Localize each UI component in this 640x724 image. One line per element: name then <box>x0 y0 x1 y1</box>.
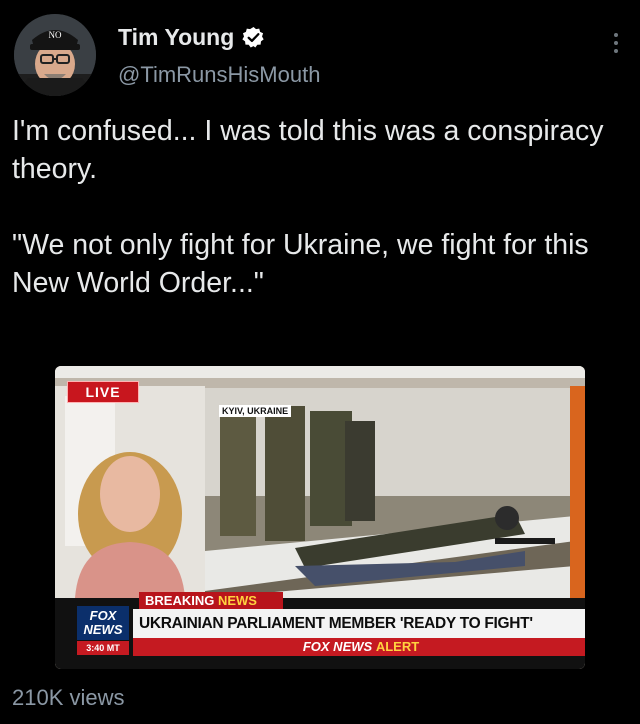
breaking-word: BREAKING <box>145 593 215 608</box>
display-name[interactable]: Tim Young <box>118 24 265 51</box>
verified-badge-icon <box>242 26 265 49</box>
avatar[interactable]: NO <box>14 14 96 96</box>
logo-line-2: NEWS <box>83 622 123 637</box>
alert-word: ALERT <box>375 639 420 654</box>
tweet-text-paragraph-1: I'm confused... I was told this was a co… <box>12 115 604 185</box>
logo-line-1: FOX <box>89 608 117 623</box>
location-tag: KYIV, UKRAINE <box>219 405 292 417</box>
more-options-icon[interactable] <box>606 28 626 58</box>
tweet-media-image[interactable]: LIVE KYIV, UKRAINE BREAKING NEWS UKRAINI… <box>55 366 585 669</box>
broadcast-time: 3:40 MT <box>77 641 129 655</box>
alert-prefix: FOX NEWS <box>302 639 373 654</box>
tweet-text-paragraph-2: "We not only fight for Ukraine, we fight… <box>12 229 589 299</box>
hat-logo: NO <box>49 30 62 40</box>
user-handle[interactable]: @TimRunsHisMouth <box>118 62 320 88</box>
fox-news-logo: FOX NEWS <box>77 606 129 640</box>
tweet-body: I'm confused... I was told this was a co… <box>12 112 612 302</box>
news-word: NEWS <box>217 593 257 608</box>
tweet-header: NO Tim Young @TimRunsHisMouth <box>14 14 626 100</box>
live-badge: LIVE <box>67 381 139 403</box>
fox-news-alert-bar: FOX NEWS ALERT <box>133 638 585 656</box>
breaking-news-label: BREAKING NEWS <box>139 592 283 609</box>
display-name-text: Tim Young <box>118 24 235 50</box>
news-headline: UKRAINIAN PARLIAMENT MEMBER 'READY TO FI… <box>133 609 585 638</box>
view-count: 210K views <box>12 685 125 710</box>
